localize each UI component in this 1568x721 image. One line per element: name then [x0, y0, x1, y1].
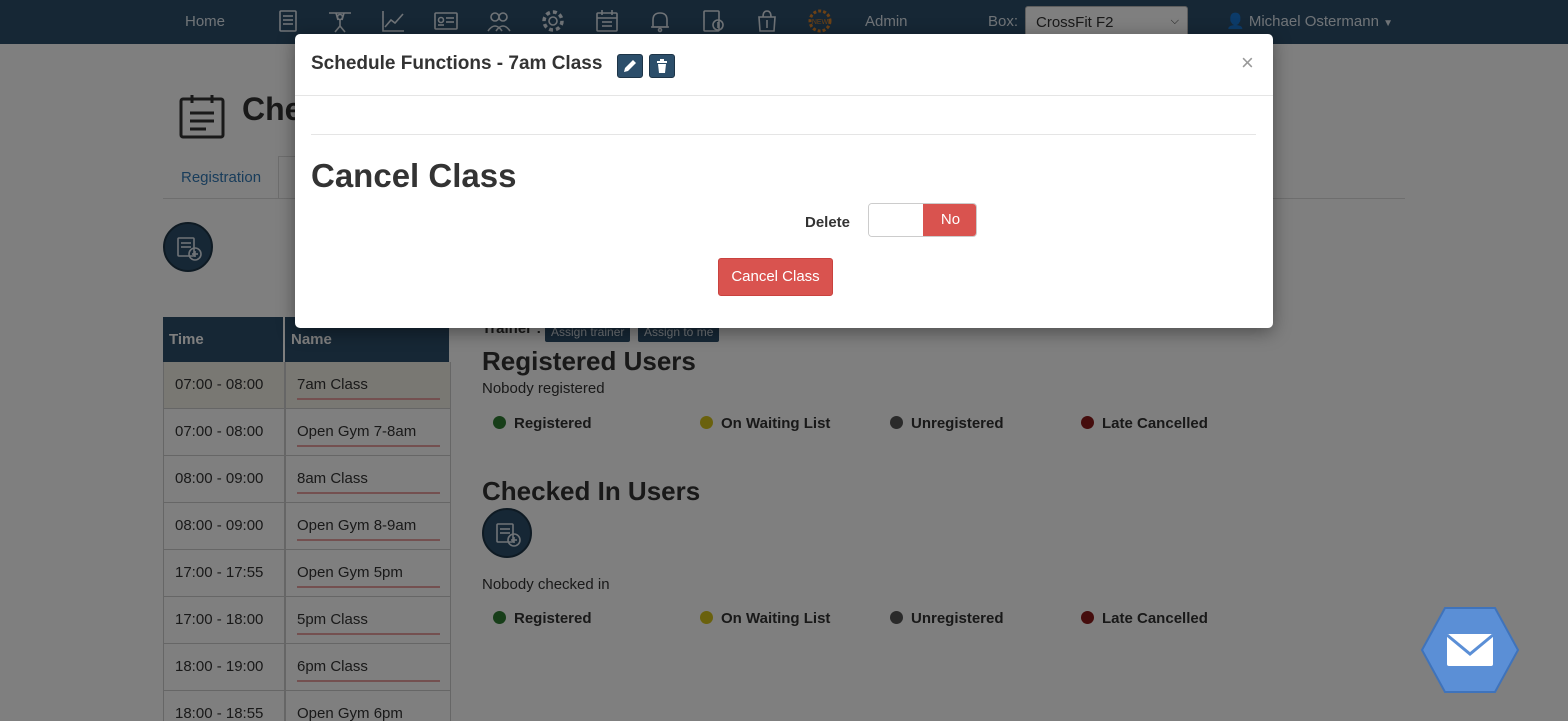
- delete-toggle[interactable]: No: [868, 203, 977, 237]
- cancel-class-heading: Cancel Class: [311, 157, 517, 194]
- cancel-class-button[interactable]: Cancel Class: [718, 258, 833, 296]
- modal-divider: [311, 134, 1256, 135]
- edit-button[interactable]: [617, 54, 643, 78]
- toggle-state-label: No: [923, 204, 976, 236]
- delete-label: Delete: [805, 214, 851, 231]
- modal-header: Schedule Functions - 7am Class ×: [295, 34, 1273, 96]
- toggle-handle: [869, 204, 923, 236]
- trash-icon: [657, 59, 667, 73]
- mail-button[interactable]: [1420, 606, 1520, 694]
- mail-icon: [1420, 607, 1520, 693]
- delete-button[interactable]: [649, 54, 675, 78]
- close-icon[interactable]: ×: [1241, 50, 1254, 76]
- schedule-functions-modal: Schedule Functions - 7am Class × Cancel …: [295, 34, 1273, 328]
- modal-title: Schedule Functions - 7am Class: [311, 53, 603, 74]
- pencil-icon: [624, 60, 636, 72]
